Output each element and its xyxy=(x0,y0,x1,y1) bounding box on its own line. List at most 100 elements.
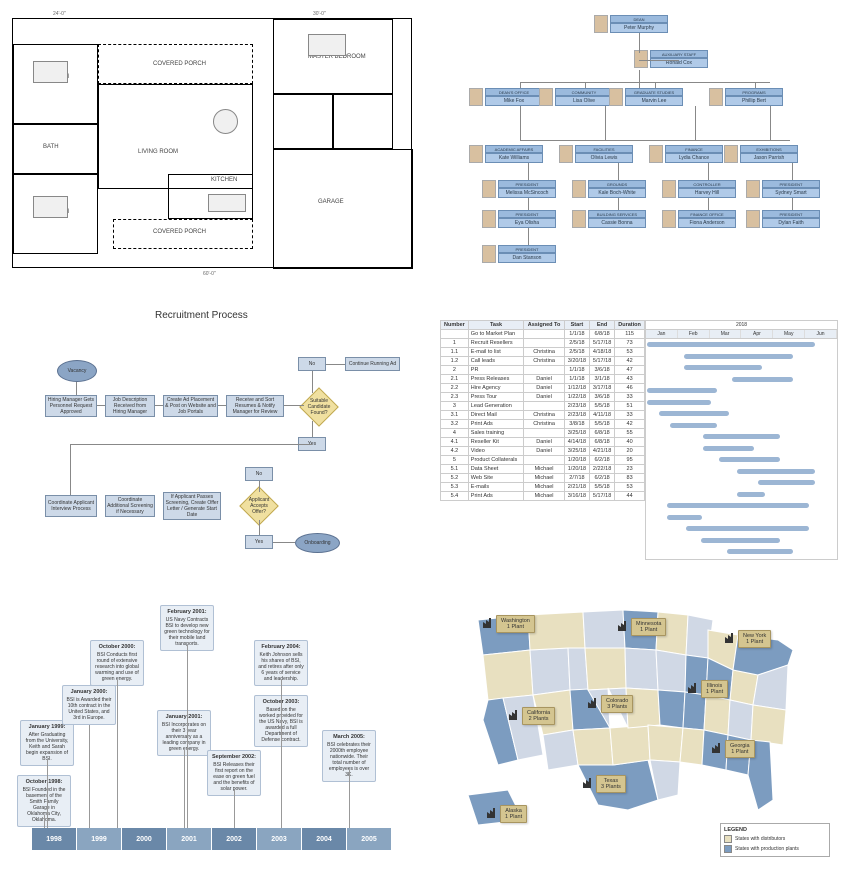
timeline-bar: 19981999200020012002200320042005 xyxy=(32,828,392,850)
gantt-row: 5.3E-mailsMichael2/21/185/5/1853 xyxy=(441,483,645,492)
timeline-year: 2005 xyxy=(347,828,392,850)
living-label: LIVING ROOM xyxy=(138,149,178,155)
gantt-month: Jun xyxy=(805,330,837,338)
org-title: GROUNDS xyxy=(588,180,646,188)
org-title: FINANCE xyxy=(665,145,723,153)
org-name: Mike Fox xyxy=(485,96,543,106)
gantt-header: Assigned To xyxy=(524,321,565,330)
onboard-node: Onboarding xyxy=(295,533,340,553)
org-title: AUXILIARY STAFF xyxy=(650,50,708,58)
org-title: PROGRAMS xyxy=(725,88,783,96)
gantt-chart: NumberTaskAssigned ToStartEndDurationGo … xyxy=(440,320,838,560)
no2-label: No xyxy=(245,467,273,481)
factory-icon xyxy=(508,709,520,721)
gantt-bar xyxy=(719,457,780,462)
org-title: ACADEMIC AFFAIRS xyxy=(485,145,543,153)
kitchen-label: KITCHEN xyxy=(211,177,237,183)
org-name: Dylan Faith xyxy=(762,218,820,228)
org-name: Kate Williams xyxy=(485,153,543,163)
timeline-event: January 2000:BSI is Awarded their 10th c… xyxy=(62,685,116,725)
org-title: BUILDING SERVICES xyxy=(588,210,646,218)
org-name: Jason Parrish xyxy=(740,153,798,163)
createad-node: Create Ad Placement & Post on Website an… xyxy=(163,395,218,417)
gantt-row: 3.2Print AdsChristina3/8/185/5/1842 xyxy=(441,420,645,429)
org-name: Marvin Lee xyxy=(625,96,683,106)
factory-icon xyxy=(482,617,494,629)
timeline-year: 2002 xyxy=(212,828,257,850)
map-area: Washington1 PlantMinnesota1 PlantNew Yor… xyxy=(448,600,818,835)
company-timeline: October 1998:BSI Founded in the basement… xyxy=(12,600,412,865)
start-node: Vacancy xyxy=(57,360,97,382)
hiring-node: Hiring Manager Gets Personnel Request Ap… xyxy=(45,395,97,417)
floor-plan-diagram: BEDROOM BATH BEDROOM COVERED PORCH LIVIN… xyxy=(12,18,412,268)
plant-label: Illinois1 Plant xyxy=(701,680,728,698)
org-title: GRADUATE STUDIES xyxy=(625,88,683,96)
factory-icon xyxy=(711,742,723,754)
gantt-bar xyxy=(727,549,792,554)
addscreen-node: Coordinate Additional Screening if Neces… xyxy=(105,495,155,517)
gantt-bars-area: 2018JanFebMarAprMayJun xyxy=(645,320,838,560)
org-title: CONTROLLER xyxy=(678,180,736,188)
factory-icon xyxy=(582,777,594,789)
plant-label: New York1 Plant xyxy=(738,630,771,648)
gantt-bar xyxy=(703,434,780,439)
dim-top2: 30'-0" xyxy=(313,11,326,17)
flowchart-title: Recruitment Process xyxy=(155,310,248,321)
org-name: Lisa Olive xyxy=(555,96,613,106)
porch2-label: COVERED PORCH xyxy=(153,229,206,235)
plant-label: California2 Plants xyxy=(522,707,555,725)
gantt-row: 5Product Collaterals1/20/186/2/1895 xyxy=(441,456,645,465)
gantt-bar xyxy=(758,480,816,485)
map-legend: LEGEND States with distributors States w… xyxy=(720,823,830,857)
gantt-row: 2.1Press ReleasesDaniel1/1/183/1/1843 xyxy=(441,375,645,384)
legend-dist: States with distributors xyxy=(735,836,785,842)
garage-label: GARAGE xyxy=(318,199,344,205)
org-title: FACILITIES xyxy=(575,145,633,153)
yes2-label: Yes xyxy=(245,535,273,549)
gantt-row: 3Lead Generation2/23/185/5/1851 xyxy=(441,402,645,411)
plant-label: Texas3 Plants xyxy=(596,775,626,793)
gantt-header: Number xyxy=(441,321,469,330)
org-title: PRESIDENT xyxy=(762,180,820,188)
org-title: PRESIDENT xyxy=(498,180,556,188)
org-name: Eya Olisha xyxy=(498,218,556,228)
offer-node: If Applicant Passes Screening, Create Of… xyxy=(163,492,221,520)
gantt-bar xyxy=(732,377,793,382)
porch-label: COVERED PORCH xyxy=(153,61,206,67)
gantt-header: Start xyxy=(564,321,589,330)
org-name: Cassie Bonna xyxy=(588,218,646,228)
gantt-row: 1.2Call leadsChristina3/20/185/17/1842 xyxy=(441,357,645,366)
gantt-row: 1.1E-mail to listChristina2/5/184/18/185… xyxy=(441,348,645,357)
gantt-header: Task xyxy=(468,321,523,330)
factory-icon xyxy=(587,697,599,709)
gantt-bar xyxy=(737,492,765,497)
factory-icon xyxy=(724,632,736,644)
org-name: Olivia Lewis xyxy=(575,153,633,163)
org-name: Lydia Chance xyxy=(665,153,723,163)
org-name: Melissa McSincoch xyxy=(498,188,556,198)
org-name: Phillip Bert xyxy=(725,96,783,106)
legend-prod: States with production plants xyxy=(735,846,799,852)
bath-label: BATH xyxy=(43,144,59,150)
gantt-bar xyxy=(667,515,701,520)
gantt-month: May xyxy=(773,330,805,338)
gantt-bar xyxy=(667,503,809,508)
timeline-year: 1998 xyxy=(32,828,77,850)
gantt-bar xyxy=(670,423,717,428)
gantt-row: Go to Market Plan1/1/186/8/18115 xyxy=(441,330,645,339)
org-name: Dan Stanson xyxy=(498,253,556,263)
factory-icon xyxy=(617,620,629,632)
suitable-decision: Suitable Candidate Found? xyxy=(299,387,339,427)
org-chart-diagram: DEANPeter MurphyAUXILIARY STAFFRonald Co… xyxy=(440,10,838,270)
gantt-bar xyxy=(684,354,793,359)
timeline-year: 1999 xyxy=(77,828,122,850)
gantt-month: Apr xyxy=(741,330,773,338)
gantt-row: 2.3Press TourDaniel1/22/183/6/1833 xyxy=(441,393,645,402)
gantt-row: 4.2VideoDaniel3/25/184/21/1820 xyxy=(441,447,645,456)
gantt-row: 4.1Reseller KitDaniel4/14/186/8/1840 xyxy=(441,438,645,447)
legend-title: LEGEND xyxy=(724,827,826,833)
gantt-bar xyxy=(647,388,717,393)
recruitment-flowchart: Recruitment Process Vacancy Hiring Manag… xyxy=(20,305,410,565)
receive-node: Receive and Sort Resumes & Notify Manage… xyxy=(226,395,284,417)
gantt-month: Mar xyxy=(710,330,742,338)
